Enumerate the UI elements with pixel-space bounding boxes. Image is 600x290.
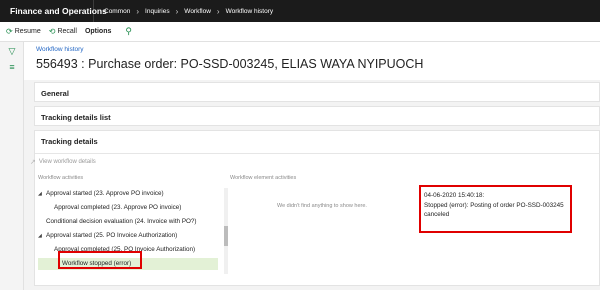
- tree-row-label: Approval completed (23. Approve PO invoi…: [54, 204, 182, 211]
- left-rail: ▽ ≡: [0, 42, 24, 290]
- recall-icon: ⟲: [48, 27, 56, 36]
- error-row-highlight: [58, 251, 142, 269]
- options-tab[interactable]: Options: [85, 28, 111, 35]
- chevron-right-icon: ›: [216, 6, 220, 16]
- tracking-details-list-title: Tracking details list: [41, 113, 111, 122]
- breadcrumb-workflow-history[interactable]: Workflow history: [226, 8, 274, 15]
- breadcrumb: Common › Inquiries › Workflow › Workflow…: [94, 7, 273, 16]
- workflow-element-activities-label: Workflow element activities: [230, 175, 297, 181]
- tree-row-label: Conditional decision evaluation (24. Inv…: [46, 218, 197, 225]
- search-icon[interactable]: ⚲: [125, 26, 132, 37]
- expand-arrow-icon[interactable]: ◢: [38, 188, 46, 200]
- arrow-icon: ↗: [30, 159, 36, 166]
- view-workflow-details-label: View workflow details: [38, 159, 96, 165]
- tree-row[interactable]: Approval completed (23. Approve PO invoi…: [38, 202, 218, 214]
- breadcrumb-inquiries[interactable]: Inquiries: [145, 8, 170, 15]
- divider: [35, 153, 599, 154]
- top-navigation-bar: Finance and Operations Common › Inquirie…: [0, 0, 600, 22]
- page-header: Workflow history 556493 : Purchase order…: [24, 42, 600, 80]
- detail-highlight: [419, 185, 572, 233]
- resume-label: Resume: [14, 28, 41, 35]
- empty-message: We didn't find anything to show here.: [277, 203, 367, 209]
- tracking-details-list-fasttab[interactable]: Tracking details list: [34, 106, 600, 126]
- workflow-activities-label: Workflow activities: [38, 175, 84, 181]
- tree-row[interactable]: Conditional decision evaluation (24. Inv…: [38, 216, 218, 228]
- page-breadcrumb[interactable]: Workflow history: [36, 46, 84, 53]
- app-title[interactable]: Finance and Operations: [0, 0, 107, 22]
- view-workflow-details-button[interactable]: ↗ View workflow details: [30, 158, 96, 166]
- tree-row[interactable]: ◢ Approval started (25. PO Invoice Author…: [38, 230, 218, 242]
- general-fasttab[interactable]: General: [34, 82, 600, 102]
- action-pane: ⟳ Resume ⟲ Recall Options ⚲: [0, 22, 600, 42]
- menu-icon[interactable]: ≡: [7, 62, 17, 72]
- tree-row-label: Approval started (25. PO Invoice Authori…: [46, 232, 178, 239]
- tracking-details-title[interactable]: Tracking details: [41, 137, 98, 146]
- recall-button[interactable]: ⟲ Recall: [49, 27, 77, 36]
- resume-button[interactable]: ⟳ Resume: [6, 27, 41, 36]
- options-label: Options: [84, 28, 112, 35]
- scrollbar-thumb[interactable]: [224, 226, 228, 246]
- general-title: General: [41, 89, 69, 98]
- recall-label: Recall: [57, 28, 77, 35]
- resume-icon: ⟳: [6, 27, 13, 36]
- filter-icon[interactable]: ▽: [7, 46, 17, 57]
- tree-row-label: Approval started (23. Approve PO invoice…: [46, 190, 164, 197]
- chevron-right-icon: ›: [175, 6, 179, 16]
- expand-arrow-icon[interactable]: ◢: [38, 230, 46, 242]
- content-area: Workflow history 556493 : Purchase order…: [24, 42, 600, 290]
- page-title: 556493 : Purchase order: PO-SSD-003245, …: [36, 57, 424, 71]
- chevron-right-icon: ›: [136, 6, 140, 16]
- breadcrumb-common[interactable]: Common: [104, 8, 130, 15]
- tree-row[interactable]: ◢ Approval started (23. Approve PO invoic…: [38, 188, 218, 200]
- breadcrumb-workflow[interactable]: Workflow: [184, 8, 211, 15]
